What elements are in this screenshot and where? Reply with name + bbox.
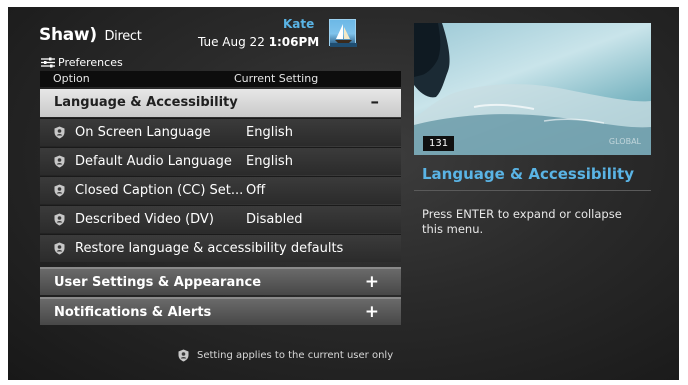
section-notifications-alerts[interactable]: Notifications & Alerts +: [40, 297, 401, 325]
section-label: User Settings & Appearance: [54, 275, 262, 290]
channel-watermark: GLOBAL: [608, 137, 641, 146]
section-label: Notifications & Alerts: [54, 305, 212, 320]
user-shield-icon: [54, 155, 65, 168]
user-shield-icon: [54, 184, 65, 197]
collapse-icon: –: [370, 92, 380, 112]
expand-icon: +: [364, 302, 379, 322]
sliders-icon: [41, 57, 55, 68]
section-user-settings-appearance[interactable]: User Settings & Appearance +: [40, 267, 401, 295]
sailboat-avatar-icon[interactable]: [329, 19, 357, 47]
section-label: Language & Accessibility: [54, 95, 238, 110]
user-name: Kate: [283, 17, 315, 31]
date-time: Tue Aug 22 1:06PM: [198, 35, 319, 49]
shaw-direct-logo: Shaw) Direct: [39, 25, 142, 45]
item-value: English: [246, 125, 293, 140]
user-shield-icon: [54, 213, 65, 226]
info-description: Press ENTER to expand or collapse this m…: [422, 207, 622, 236]
user-shield-icon: [178, 349, 189, 362]
live-tv-preview: 131 GLOBAL: [414, 23, 651, 155]
expand-icon: +: [364, 272, 379, 292]
menu-item-default-audio-language[interactable]: Default Audio Language English: [40, 147, 401, 175]
menu-item-described-video[interactable]: Described Video (DV) Disabled: [40, 205, 401, 233]
breadcrumb-label: Preferences: [58, 56, 123, 69]
brand-sub: Direct: [104, 29, 142, 44]
time-text: 1:06PM: [268, 35, 320, 49]
item-label: Described Video (DV): [75, 212, 214, 227]
brand-name: Shaw: [39, 25, 90, 45]
tv-screen: Shaw) Direct Kate Tue Aug 22 1:06PM Pref…: [8, 7, 679, 380]
column-current-setting: Current Setting: [234, 72, 319, 85]
section-language-accessibility[interactable]: Language & Accessibility –: [40, 89, 401, 117]
footnote: Setting applies to the current user only: [178, 349, 393, 362]
menu-item-on-screen-language[interactable]: On Screen Language English: [40, 118, 401, 146]
channel-number: 131: [423, 136, 455, 151]
breadcrumb: Preferences: [41, 56, 123, 69]
brand-paren: ): [89, 25, 97, 45]
menu-item-closed-caption[interactable]: Closed Caption (CC) Set... Off: [40, 176, 401, 204]
info-divider: [414, 190, 651, 191]
item-label: Closed Caption (CC) Set...: [75, 183, 244, 198]
menu-item-restore-defaults[interactable]: Restore language & accessibility default…: [40, 234, 401, 262]
item-label: Restore language & accessibility default…: [75, 241, 344, 256]
info-title: Language & Accessibility: [422, 165, 635, 183]
item-label: On Screen Language: [75, 125, 211, 140]
item-value: Disabled: [246, 212, 303, 227]
user-shield-icon: [54, 242, 65, 255]
footnote-text: Setting applies to the current user only: [197, 350, 394, 361]
item-value: Off: [246, 183, 266, 198]
column-header: Option Current Setting: [40, 71, 401, 87]
column-option: Option: [53, 72, 90, 85]
item-value: English: [246, 154, 293, 169]
user-shield-icon: [54, 126, 65, 139]
item-label: Default Audio Language: [75, 154, 232, 169]
date-text: Tue Aug 22: [198, 35, 265, 49]
